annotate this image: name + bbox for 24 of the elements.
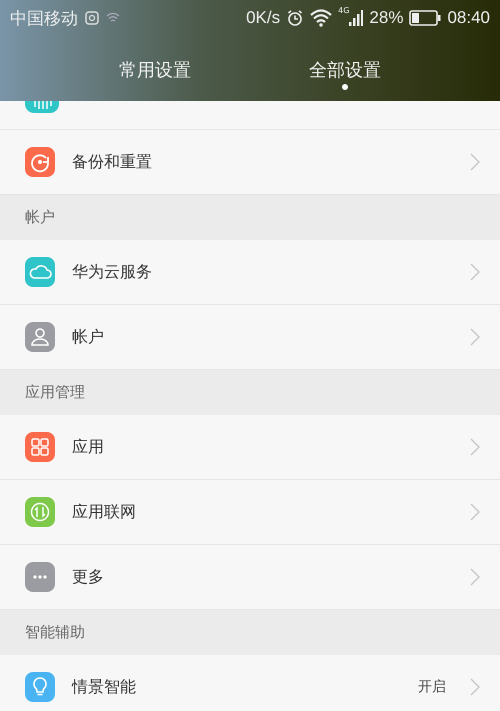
battery-icon	[409, 10, 442, 26]
carrier-text: 中国移动	[10, 8, 78, 30]
tab[interactable]: 常用设置	[119, 36, 191, 96]
chevron-icon	[470, 153, 480, 171]
network-text: 4G	[338, 6, 350, 15]
signal-icon	[349, 10, 364, 26]
chevron-icon	[470, 678, 480, 696]
battery-text: 28%	[369, 8, 404, 28]
time-text: 08:40	[447, 8, 490, 28]
section-header: 帐户	[25, 208, 55, 227]
chevron-icon	[470, 328, 480, 346]
chevron-icon	[470, 263, 480, 281]
status-text: 开启	[418, 678, 446, 696]
section-header: 智能辅助	[25, 623, 85, 642]
section-header: 应用管理	[25, 383, 85, 402]
tab[interactable]: 全部设置	[309, 36, 381, 96]
wifi-icon	[106, 12, 120, 24]
chevron-icon	[470, 438, 480, 456]
chevron-icon	[470, 503, 480, 521]
wifi-icon	[310, 9, 332, 27]
sim-icon	[84, 10, 100, 26]
speed-text: 0K/s	[246, 8, 280, 28]
alarm-icon	[286, 9, 304, 27]
chevron-icon	[470, 568, 480, 586]
